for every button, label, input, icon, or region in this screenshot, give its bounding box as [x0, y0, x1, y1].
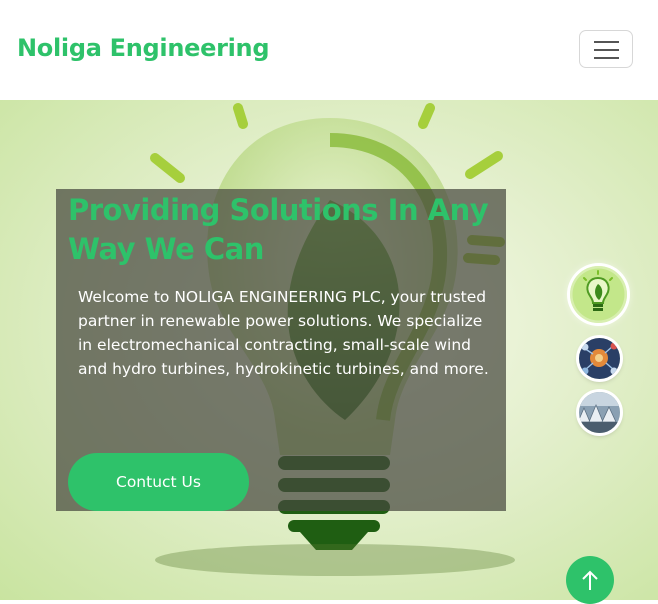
arrow-up-icon	[582, 570, 598, 590]
brand-logo[interactable]: Noliga Engineering	[17, 34, 270, 62]
hamburger-menu-icon	[594, 49, 619, 51]
hero-intro-text: Welcome to NOLIGA ENGINEERING PLC, your …	[78, 288, 489, 378]
hamburger-menu-icon	[594, 57, 619, 59]
hamburger-menu-icon	[594, 41, 619, 43]
turbines-icon	[579, 392, 620, 433]
hero-section: Providing Solutions In Any Way We Can We…	[0, 100, 658, 600]
hero-text-panel: Providing Solutions In Any Way We Can We…	[56, 189, 506, 511]
carousel-thumbnail-gears[interactable]	[579, 338, 620, 379]
hero-headline: Providing Solutions In Any Way We Can	[68, 193, 489, 266]
carousel-thumbnail-lightbulb[interactable]	[570, 266, 627, 323]
gears-network-icon	[579, 338, 620, 379]
back-to-top-button[interactable]	[566, 556, 614, 604]
carousel-thumbnail-turbines[interactable]	[579, 392, 620, 433]
navbar: Noliga Engineering	[0, 0, 658, 100]
contact-us-button[interactable]: Contuct Us	[68, 453, 249, 511]
menu-toggle-button[interactable]	[579, 30, 633, 68]
lightbulb-icon	[570, 266, 627, 323]
